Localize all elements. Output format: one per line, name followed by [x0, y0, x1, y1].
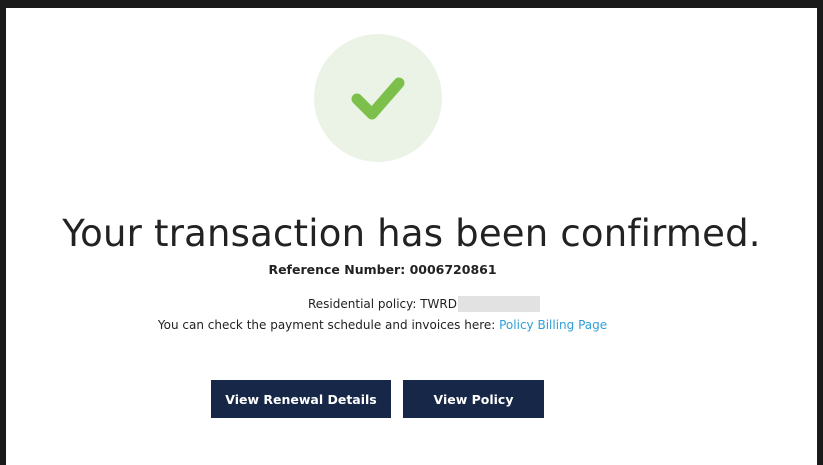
checkmark-icon	[351, 77, 405, 120]
policy-line: Residential policy: TWRD	[6, 296, 759, 312]
success-badge	[314, 34, 442, 162]
policy-billing-link[interactable]: Policy Billing Page	[499, 318, 607, 332]
confirmation-panel: Your transaction has been confirmed. Ref…	[0, 0, 823, 465]
policy-label: Residential policy: TWRD	[308, 297, 457, 311]
billing-text: You can check the payment schedule and i…	[157, 318, 500, 332]
view-policy-button[interactable]: View Policy	[403, 380, 544, 418]
reference-number: Reference Number: 0006720861	[268, 262, 497, 277]
redacted-policy-number	[458, 296, 540, 312]
view-renewal-details-button[interactable]: View Renewal Details	[211, 380, 391, 418]
panel-top-edge	[6, 8, 817, 10]
billing-line: You can check the payment schedule and i…	[6, 318, 759, 332]
confirmation-headline: Your transaction has been confirmed.	[62, 212, 761, 255]
